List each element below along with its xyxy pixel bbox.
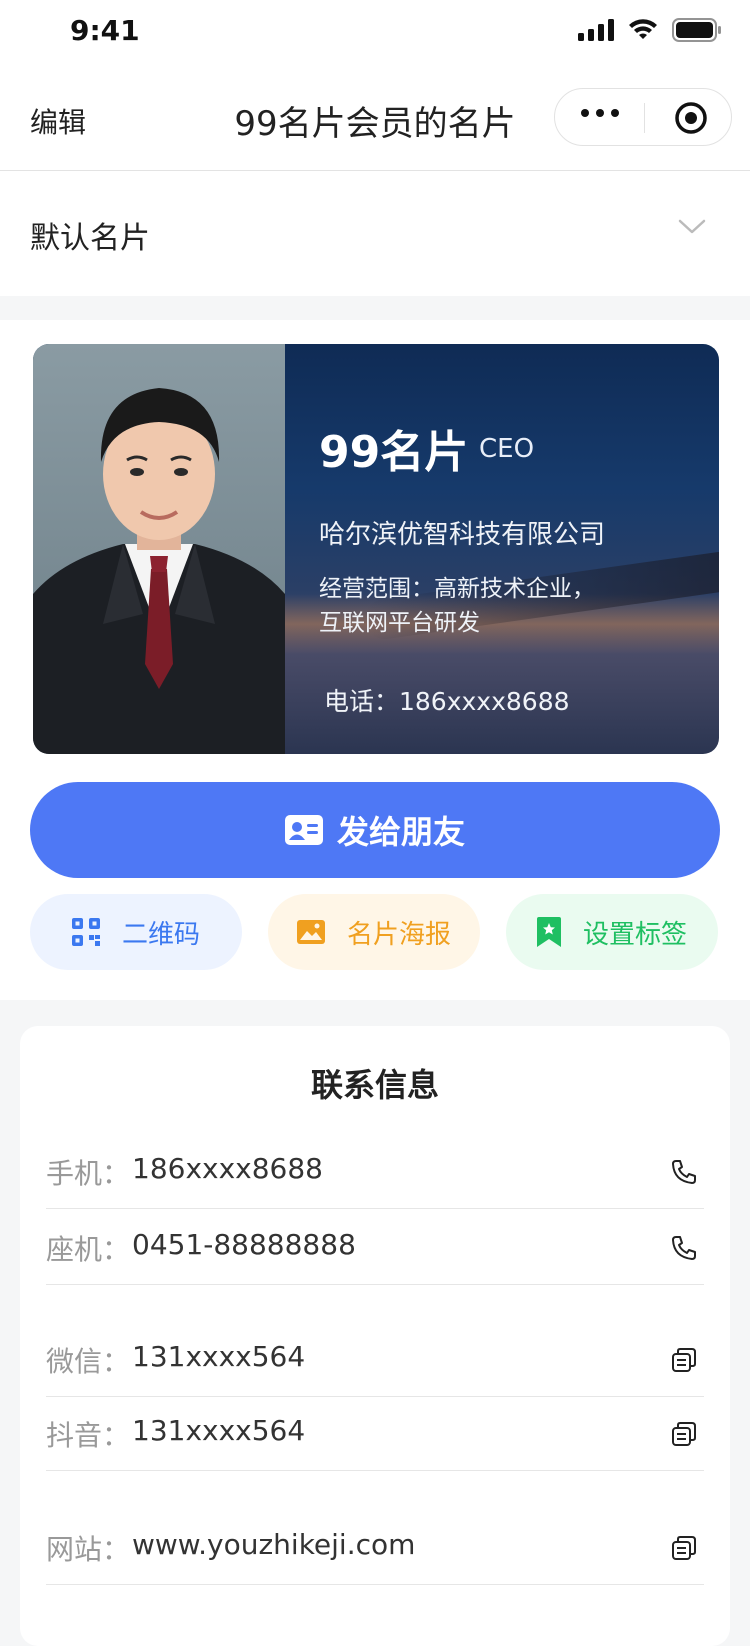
contact-key: 手机：	[46, 1157, 131, 1190]
set-tag-button[interactable]: 设置标签	[506, 894, 718, 970]
card-company: 哈尔滨优智科技有限公司	[319, 520, 606, 550]
contact-info-panel: 联系信息 手机： 186xxxx8688 座机： 0451-88888888 微…	[20, 1026, 730, 1646]
avatar	[33, 344, 285, 754]
contact-value: 186xxxx8688	[132, 1152, 323, 1185]
contact-card-icon	[284, 815, 323, 845]
contact-row-landline: 座机： 0451-88888888	[46, 1208, 704, 1285]
contact-row-wechat: 微信： 131xxxx564	[46, 1320, 704, 1397]
card-poster-button[interactable]: 名片海报	[268, 894, 480, 970]
contact-key: 抖音：	[46, 1419, 131, 1452]
contact-row-website: 网站： www.youzhikeji.com	[46, 1508, 704, 1585]
image-icon	[296, 920, 325, 944]
contact-value: 131xxxx564	[132, 1414, 306, 1447]
send-to-friend-button[interactable]: 发给朋友	[30, 782, 720, 878]
portrait-illustration	[33, 388, 285, 754]
qr-code-button[interactable]: 二维码	[30, 894, 242, 970]
contact-row-mobile: 手机： 186xxxx8688	[46, 1132, 704, 1209]
wifi-icon	[629, 19, 657, 39]
status-bar: 9:41	[0, 0, 750, 64]
card-scope-line1: 经营范围：高新技术企业，	[319, 576, 595, 602]
contact-value: www.youzhikeji.com	[132, 1528, 416, 1561]
copy-icon[interactable]	[670, 1420, 698, 1448]
phone-icon[interactable]	[670, 1158, 698, 1186]
copy-icon[interactable]	[670, 1534, 698, 1562]
contact-key: 网站：	[46, 1533, 131, 1566]
contact-info-title: 联系信息	[310, 1066, 439, 1104]
card-name: 99名片	[319, 427, 469, 478]
card-scope-line2: 互联网平台研发	[319, 610, 480, 636]
contact-key: 座机：	[46, 1233, 131, 1266]
qr-code-icon	[71, 918, 100, 946]
card-panel: 99名片 CEO 哈尔滨优智科技有限公司 经营范围：高新技术企业， 互联网平台研…	[0, 320, 750, 1000]
business-card[interactable]: 99名片 CEO 哈尔滨优智科技有限公司 经营范围：高新技术企业， 互联网平台研…	[33, 344, 719, 754]
set-tag-label: 设置标签	[582, 919, 687, 950]
phone-icon[interactable]	[670, 1234, 698, 1262]
capsule-divider	[644, 103, 645, 133]
more-icon[interactable]	[581, 109, 619, 117]
mini-program-capsule	[554, 88, 732, 146]
close-target-icon[interactable]	[674, 101, 708, 135]
chevron-down-icon	[678, 219, 706, 234]
contact-value: 0451-88888888	[132, 1228, 356, 1261]
send-button-label: 发给朋友	[336, 813, 465, 851]
card-selector[interactable]: 默认名片	[0, 171, 750, 296]
card-role: CEO	[479, 434, 535, 464]
nav-bar: 编辑 99名片会员的名片	[0, 64, 750, 171]
copy-icon[interactable]	[670, 1346, 698, 1374]
qr-code-label: 二维码	[121, 919, 200, 950]
card-selector-label: 默认名片	[30, 221, 150, 256]
signal-icon	[578, 19, 614, 41]
contact-value: 131xxxx564	[132, 1340, 306, 1373]
card-phone: 电话：186xxxx8688	[324, 687, 570, 716]
bookmark-star-icon	[536, 917, 561, 947]
status-icons	[578, 18, 722, 42]
battery-icon	[672, 18, 721, 42]
contact-row-douyin: 抖音： 131xxxx564	[46, 1394, 704, 1471]
card-scope: 经营范围：高新技术企业， 互联网平台研发	[319, 572, 659, 640]
card-poster-label: 名片海报	[346, 919, 451, 950]
contact-key: 微信：	[46, 1345, 131, 1378]
status-time: 9:41	[70, 14, 140, 47]
